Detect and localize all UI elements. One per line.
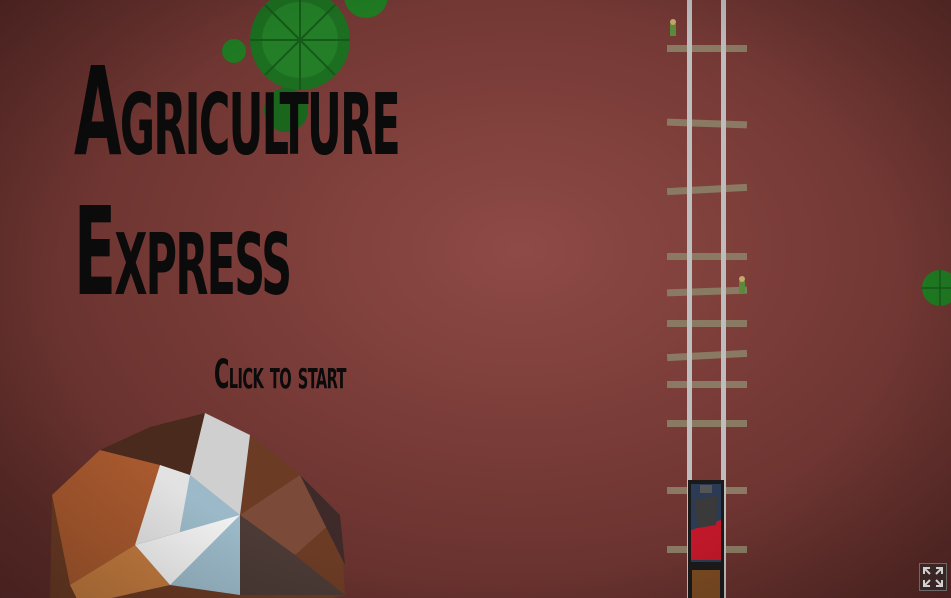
game-canvas[interactable]: Agriculture Express Click to start: [0, 0, 951, 598]
mountain-rock: [50, 413, 345, 598]
expand-arrows-icon: [923, 567, 943, 587]
fullscreen-button[interactable]: [919, 563, 947, 591]
railway-track: [666, 0, 748, 598]
game-title: Agriculture Express: [74, 41, 401, 323]
start-prompt[interactable]: Click to start: [214, 352, 347, 398]
game-title-line-2: Express: [74, 181, 292, 323]
track-sleepers: [666, 45, 748, 553]
game-title-line-1: Agriculture: [74, 41, 401, 183]
farmer-icon: [739, 276, 745, 293]
tree-icon: [922, 270, 951, 306]
farmer-icon: [670, 19, 676, 36]
train-locomotive: [688, 480, 724, 598]
